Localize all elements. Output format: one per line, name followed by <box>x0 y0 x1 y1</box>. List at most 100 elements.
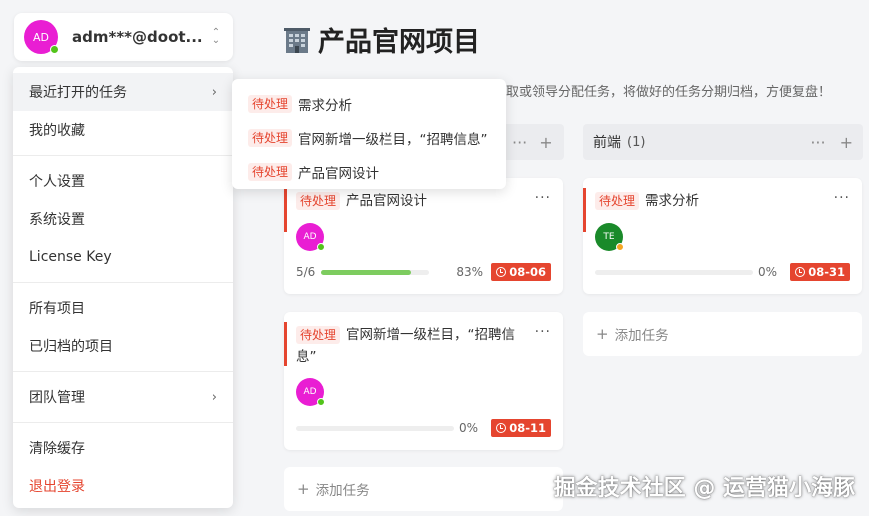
status-badge: 待处理 <box>296 192 341 210</box>
add-task-label: 添加任务 <box>315 483 370 499</box>
menu-item-personal-settings[interactable]: 个人设置 <box>13 162 233 200</box>
recent-tasks-submenu: 待处理 需求分析 待处理 官网新增一级栏目，“招聘信息” 待处理 产品官网设计 <box>232 79 506 189</box>
task-title: 待处理 需求分析 <box>595 190 828 212</box>
subtask-count: 5/6 <box>296 265 316 279</box>
plus-icon[interactable]: + <box>539 133 552 152</box>
avatar: AD <box>296 223 325 251</box>
progress-row: 0% 08-11 <box>296 418 551 438</box>
recent-task-title: 需求分析 <box>298 98 353 114</box>
status-badge: 待处理 <box>296 326 341 344</box>
column-count: (1) <box>627 134 646 150</box>
recent-task-item[interactable]: 待处理 官网新增一级栏目，“招聘信息” <box>232 121 506 155</box>
menu-item-label: License Key <box>29 249 112 265</box>
more-icon[interactable]: ··· <box>535 324 551 340</box>
due-date-badge: 08-31 <box>790 263 850 281</box>
task-title-text: 产品官网设计 <box>346 193 428 209</box>
avatar-initials: TE <box>603 232 615 242</box>
menu-divider <box>13 422 233 423</box>
menu-item-label: 我的收藏 <box>29 123 85 139</box>
page-subtitle: 取或领导分配任务，将做好的任务分期归档，方便复盘！ <box>506 85 832 100</box>
menu-item-label: 最近打开的任务 <box>29 85 127 101</box>
user-switcher[interactable]: AD adm***@doot... ⌃ ⌄ <box>14 13 233 61</box>
plus-icon: + <box>596 325 609 343</box>
priority-bar <box>583 188 586 232</box>
menu-item-label: 已归档的项目 <box>29 339 113 355</box>
recent-task-item[interactable]: 待处理 产品官网设计 <box>232 155 506 189</box>
add-task-label: 添加任务 <box>614 328 669 344</box>
menu-item-team-management[interactable]: 团队管理 › <box>13 378 233 416</box>
more-icon[interactable]: ··· <box>834 190 850 206</box>
task-card[interactable]: 待处理 官网新增一级栏目，“招聘信息” ··· AD 0% 08-11 <box>284 312 563 450</box>
more-icon[interactable]: ··· <box>535 190 551 206</box>
due-date: 08-31 <box>808 265 845 279</box>
recent-task-item[interactable]: 待处理 需求分析 <box>232 87 506 121</box>
recent-task-title: 产品官网设计 <box>298 166 380 182</box>
status-badge: 待处理 <box>248 129 293 147</box>
clock-icon <box>496 267 507 277</box>
add-task-button[interactable]: + 添加任务 <box>284 467 563 511</box>
menu-item-logout[interactable]: 退出登录 <box>13 467 233 505</box>
user-menu: 最近打开的任务 › 我的收藏 个人设置 系统设置 License Key 所有项… <box>13 67 233 508</box>
progress-bar <box>321 269 430 275</box>
online-status-dot <box>50 45 59 54</box>
more-icon[interactable]: ··· <box>810 133 825 152</box>
online-status-dot <box>317 398 325 406</box>
chevron-right-icon: › <box>211 389 217 405</box>
task-card[interactable]: 待处理 需求分析 ··· TE 0% 08-31 <box>583 178 862 294</box>
progress-fill <box>321 269 411 275</box>
plus-icon: + <box>297 480 310 498</box>
menu-item-recent-tasks[interactable]: 最近打开的任务 › <box>13 73 233 111</box>
menu-item-label: 所有项目 <box>29 301 85 317</box>
online-status-dot <box>317 243 325 251</box>
status-badge: 待处理 <box>595 192 640 210</box>
progress-row: 5/6 83% 08-06 <box>296 262 551 282</box>
clock-icon <box>496 423 507 433</box>
priority-bar <box>284 322 287 366</box>
watermark: 掘金技术社区 @ 运营猫小海豚 <box>553 476 855 501</box>
avatar-initials: AD <box>33 30 49 44</box>
column-name: 前端 <box>593 135 621 151</box>
progress-row: 0% 08-31 <box>595 262 850 282</box>
more-icon[interactable]: ··· <box>512 133 527 152</box>
avatar: AD <box>24 20 59 54</box>
recent-task-title: 官网新增一级栏目，“招聘信息” <box>298 132 488 148</box>
column-header: 前端 (1) ··· + <box>583 124 863 160</box>
add-task-button[interactable]: + 添加任务 <box>583 312 862 356</box>
progress-percent: 83% <box>456 265 483 279</box>
task-card[interactable]: 待处理 产品官网设计 ··· AD 5/6 83% 08-06 <box>284 178 563 294</box>
menu-item-clear-cache[interactable]: 清除缓存 <box>13 429 233 467</box>
menu-item-label: 清除缓存 <box>29 441 85 457</box>
building-icon <box>284 26 310 54</box>
page-title: 产品官网项目 <box>284 20 480 59</box>
progress-bar <box>296 425 454 431</box>
menu-item-all-projects[interactable]: 所有项目 <box>13 289 233 327</box>
menu-divider <box>13 155 233 156</box>
clock-icon <box>795 267 806 277</box>
menu-item-label: 退出登录 <box>29 479 85 495</box>
due-date: 08-06 <box>509 265 546 279</box>
avatar: AD <box>296 378 325 406</box>
menu-item-system-settings[interactable]: 系统设置 <box>13 200 233 238</box>
priority-bar <box>284 188 287 232</box>
plus-icon[interactable]: + <box>840 133 853 152</box>
user-email: adm***@doot... <box>72 28 203 46</box>
task-title: 待处理 产品官网设计 <box>296 190 529 212</box>
chevron-up-down-icon: ⌃ ⌄ <box>211 27 221 46</box>
menu-item-favorites[interactable]: 我的收藏 <box>13 111 233 149</box>
menu-item-label: 系统设置 <box>29 212 85 228</box>
menu-item-license-key[interactable]: License Key <box>13 238 233 276</box>
due-date: 08-11 <box>509 421 546 435</box>
chevron-right-icon: › <box>211 84 217 100</box>
progress-percent: 0% <box>459 421 479 435</box>
status-badge: 待处理 <box>248 163 293 181</box>
avatar-initials: AD <box>303 232 317 242</box>
menu-divider <box>13 371 233 372</box>
menu-divider <box>13 282 233 283</box>
progress-percent: 0% <box>758 265 778 279</box>
menu-item-archived-projects[interactable]: 已归档的项目 <box>13 327 233 365</box>
avatar: TE <box>595 223 624 251</box>
status-badge: 待处理 <box>248 95 293 113</box>
page-title-text: 产品官网项目 <box>318 27 480 58</box>
column-header: ··· + <box>506 124 564 160</box>
task-title-text: 需求分析 <box>645 193 700 209</box>
